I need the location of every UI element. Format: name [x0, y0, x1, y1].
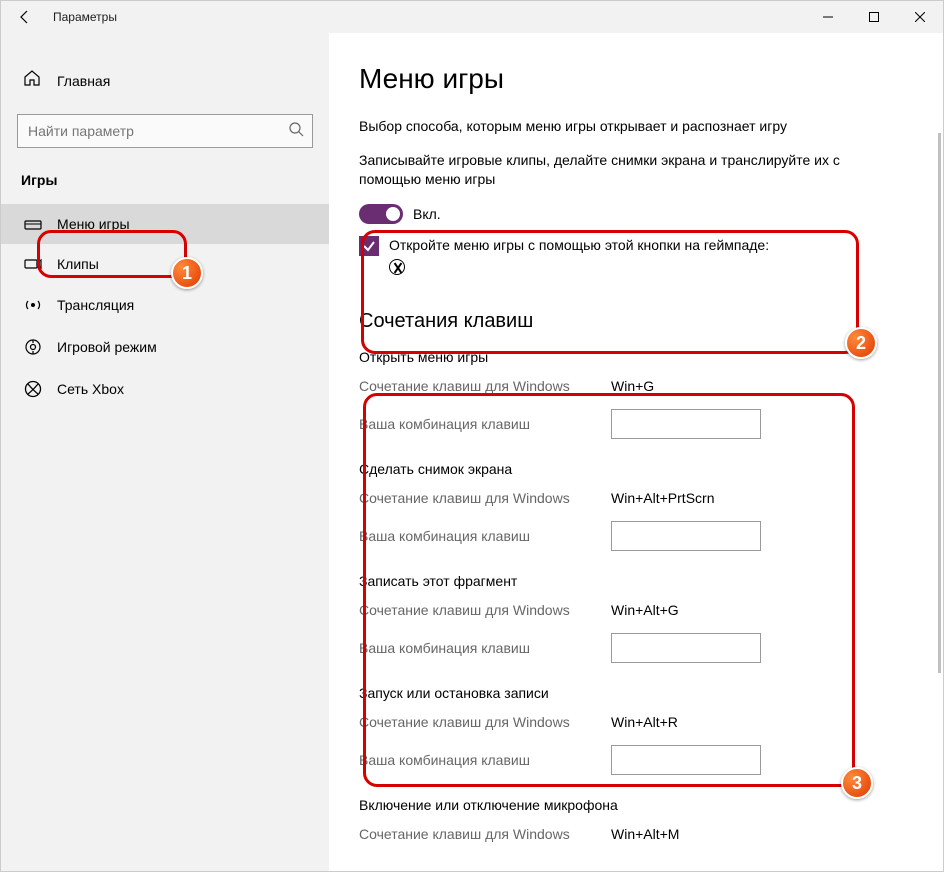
sidebar-section-title: Игры — [1, 166, 329, 194]
shortcut-windows-label: Сочетание клавиш для Windows — [359, 490, 611, 506]
badge-1: 1 — [171, 257, 203, 289]
game-bar-icon — [23, 217, 43, 231]
shortcut-block: Включение или отключение микрофона Сочета… — [359, 797, 903, 849]
checkbox-label: Откройте меню игры с помощью этой кнопки… — [389, 237, 769, 253]
xbox-button-icon — [389, 259, 405, 275]
game-bar-toggle[interactable] — [359, 204, 403, 224]
shortcut-title: Записать этот фрагмент — [359, 573, 903, 589]
clips-icon — [23, 257, 43, 271]
shortcut-custom-label: Ваша комбинация клавиш — [359, 528, 611, 544]
page-description-2: Записывайте игровые клипы, делайте снимк… — [359, 151, 903, 190]
sidebar: Главная Игры Меню игры Клипы — [1, 33, 329, 871]
app-title: Параметры — [53, 10, 117, 24]
gamepad-checkbox[interactable] — [359, 236, 379, 256]
toggle-label: Вкл. — [413, 206, 441, 222]
shortcut-custom-input[interactable] — [611, 745, 761, 775]
shortcut-windows-label: Сочетание клавиш для Windows — [359, 378, 611, 394]
page-title: Меню игры — [359, 63, 903, 95]
scrollbar[interactable] — [938, 133, 941, 673]
shortcut-custom-input[interactable] — [611, 409, 761, 439]
sidebar-item-label: Трансляция — [57, 297, 134, 313]
shortcut-title: Открыть меню игры — [359, 349, 903, 365]
back-button[interactable] — [1, 1, 49, 33]
search-input[interactable] — [28, 123, 288, 139]
search-icon — [288, 121, 304, 142]
shortcut-custom-label: Ваша комбинация клавиш — [359, 640, 611, 656]
shortcut-windows-value: Win+G — [611, 378, 654, 394]
page-description-1: Выбор способа, которым меню игры открыва… — [359, 117, 903, 137]
shortcut-custom-input[interactable] — [611, 521, 761, 551]
shortcut-windows-value: Win+Alt+G — [611, 602, 679, 618]
sidebar-item-label: Игровой режим — [57, 339, 157, 355]
badge-2: 2 — [845, 327, 877, 359]
shortcut-block: Запуск или остановка записи Сочетание кла… — [359, 685, 903, 775]
shortcuts-heading: Сочетания клавиш — [359, 310, 903, 333]
sidebar-home-label: Главная — [57, 73, 110, 89]
sidebar-item-xbox-network[interactable]: Сеть Xbox — [1, 368, 329, 410]
shortcut-windows-label: Сочетание клавиш для Windows — [359, 602, 611, 618]
shortcut-windows-value: Win+Alt+M — [611, 826, 679, 842]
sidebar-item-broadcast[interactable]: Трансляция — [1, 284, 329, 326]
titlebar: Параметры — [1, 1, 943, 33]
broadcast-icon — [23, 296, 43, 314]
maximize-button[interactable] — [851, 1, 897, 33]
xbox-icon — [23, 380, 43, 398]
search-box[interactable] — [17, 114, 313, 148]
sidebar-item-label: Клипы — [57, 256, 99, 272]
shortcut-windows-value: Win+Alt+R — [611, 714, 678, 730]
shortcut-block: Записать этот фрагмент Сочетание клавиш д… — [359, 573, 903, 663]
shortcut-custom-label: Ваша комбинация клавиш — [359, 416, 611, 432]
shortcut-title: Сделать снимок экрана — [359, 461, 903, 477]
game-mode-icon — [23, 338, 43, 356]
sidebar-item-game-mode[interactable]: Игровой режим — [1, 326, 329, 368]
shortcut-windows-value: Win+Alt+PrtScrn — [611, 490, 714, 506]
shortcut-title: Включение или отключение микрофона — [359, 797, 903, 813]
badge-3: 3 — [841, 767, 873, 799]
shortcut-block: Открыть меню игры Сочетание клавиш для Wi… — [359, 349, 903, 439]
home-icon — [23, 69, 43, 92]
shortcut-windows-label: Сочетание клавиш для Windows — [359, 714, 611, 730]
sidebar-item-label: Меню игры — [57, 216, 130, 232]
sidebar-item-game-bar[interactable]: Меню игры — [1, 204, 329, 244]
sidebar-home[interactable]: Главная — [1, 61, 329, 100]
shortcut-title: Запуск или остановка записи — [359, 685, 903, 701]
shortcut-custom-label: Ваша комбинация клавиш — [359, 752, 611, 768]
close-button[interactable] — [897, 1, 943, 33]
sidebar-item-label: Сеть Xbox — [57, 381, 124, 397]
minimize-button[interactable] — [805, 1, 851, 33]
sidebar-item-clips[interactable]: Клипы — [1, 244, 329, 284]
shortcut-custom-input[interactable] — [611, 633, 761, 663]
main-content: Меню игры Выбор способа, которым меню иг… — [329, 33, 943, 871]
shortcut-windows-label: Сочетание клавиш для Windows — [359, 826, 611, 842]
shortcut-block: Сделать снимок экрана Сочетание клавиш дл… — [359, 461, 903, 551]
